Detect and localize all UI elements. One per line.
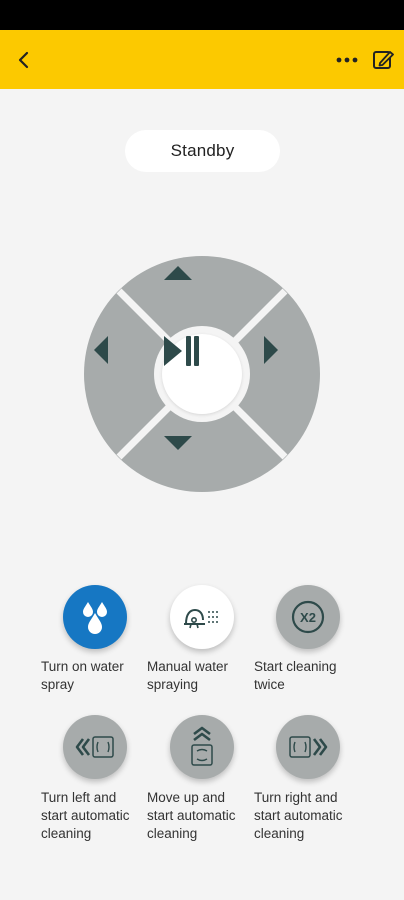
- manual-spray-icon: [184, 608, 218, 629]
- move-up-icon: [191, 726, 213, 766]
- move-up-auto-button[interactable]: [170, 715, 234, 779]
- clean-twice-button[interactable]: X2: [276, 585, 340, 649]
- chevron-left-icon: [18, 51, 29, 68]
- turn-right-auto-button[interactable]: [276, 715, 340, 779]
- turn-left-auto-label: Turn left and start automatic cleaning: [41, 790, 130, 841]
- system-status-bar: [0, 0, 404, 30]
- clean-twice-label: Start cleaning twice: [254, 659, 337, 692]
- turn-right-icon: [289, 736, 328, 758]
- turn-right-auto-label: Turn right and start automatic cleaning: [254, 790, 343, 841]
- move-up-button[interactable]: [162, 264, 242, 314]
- manual-spray-button[interactable]: [170, 585, 234, 649]
- more-options-button[interactable]: [332, 30, 362, 89]
- edit-icon: [373, 50, 394, 69]
- triangle-right-icon: [264, 336, 278, 364]
- more-dots-icon: [336, 57, 358, 62]
- water-drops-icon: [83, 602, 107, 634]
- play-pause-icon: [164, 336, 199, 366]
- edit-button[interactable]: [368, 30, 398, 89]
- triangle-left-icon: [94, 336, 108, 364]
- water-spray-button[interactable]: [63, 585, 127, 649]
- turn-right-button[interactable]: [262, 334, 312, 414]
- manual-spray-label: Manual water spraying: [147, 659, 229, 692]
- play-pause-button[interactable]: [162, 334, 242, 414]
- turn-left-button[interactable]: [92, 334, 142, 414]
- back-button[interactable]: [8, 30, 40, 89]
- triangle-up-icon: [164, 266, 192, 280]
- turn-left-icon: [75, 736, 114, 758]
- move-up-auto-label: Move up and start automatic cleaning: [147, 790, 236, 841]
- direction-pad: [82, 254, 322, 494]
- x2-icon: X2: [291, 600, 325, 634]
- move-down-button[interactable]: [162, 434, 242, 484]
- triangle-down-icon: [164, 436, 192, 450]
- status-label: Standby: [170, 141, 235, 160]
- x2-badge-text: X2: [300, 610, 316, 625]
- turn-left-auto-button[interactable]: [63, 715, 127, 779]
- water-spray-label: Turn on water spray: [41, 659, 124, 692]
- status-pill: Standby: [125, 130, 280, 172]
- app-header: [0, 30, 404, 89]
